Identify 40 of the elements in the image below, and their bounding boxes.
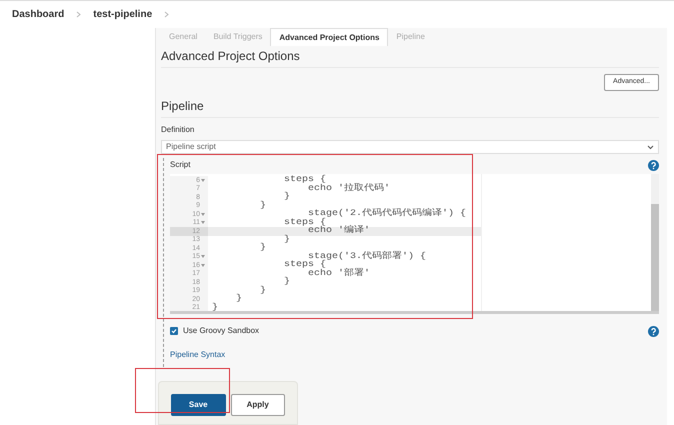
code-line: }: [211, 304, 218, 311]
breadcrumb-chevron-icon: [164, 11, 170, 18]
help-icon[interactable]: [648, 160, 659, 170]
code-line: echo '拉取代码': [307, 184, 390, 193]
code-line: steps {: [283, 218, 326, 227]
code-line: }: [259, 286, 266, 295]
code-line: }: [259, 244, 266, 252]
fold-arrow-icon[interactable]: [201, 264, 205, 267]
definition-select[interactable]: Pipeline script: [161, 140, 659, 154]
code-line: }: [259, 202, 266, 210]
code-line: steps {: [283, 176, 326, 184]
code-line: echo '编译': [308, 227, 370, 236]
section-title: Pipeline: [161, 97, 659, 118]
definition-label: Definition: [161, 124, 196, 136]
fold-arrow-icon[interactable]: [201, 212, 205, 216]
sandbox-checkbox[interactable]: [170, 327, 178, 335]
form-button[interactable]: Apply: [230, 394, 285, 416]
chevron-down-icon: [647, 144, 654, 150]
fold-arrow-icon[interactable]: [201, 255, 205, 258]
breadcrumb-link[interactable]: test-pipeline: [93, 7, 152, 22]
script-label: Script: [170, 159, 190, 171]
code-line: steps {: [283, 261, 326, 270]
code-line: echo '部署': [307, 270, 370, 278]
code-line: }: [283, 236, 290, 244]
code-line: stage('3.代码部署') {: [308, 252, 426, 261]
code-line: }: [235, 295, 242, 304]
code-line: }: [283, 278, 290, 286]
help-icon[interactable]: [648, 326, 659, 336]
breadcrumb-chevron-icon: [76, 11, 82, 18]
fold-arrow-icon[interactable]: [201, 178, 205, 182]
scrollbar[interactable]: [651, 174, 659, 311]
code-line: stage('2.代码代码代码编译') {: [308, 210, 466, 218]
fold-arrow-icon[interactable]: [201, 221, 205, 224]
form-button[interactable]: Save: [171, 394, 226, 416]
sandbox-label: Use Groovy Sandbox: [183, 325, 260, 337]
pipeline-syntax-link[interactable]: Pipeline Syntax: [170, 349, 659, 361]
code-line: }: [283, 193, 290, 202]
section-title: Advanced Project Options: [161, 47, 659, 68]
tab[interactable]: Advanced Project Options: [270, 28, 388, 46]
breadcrumb-link[interactable]: Dashboard: [12, 7, 64, 22]
